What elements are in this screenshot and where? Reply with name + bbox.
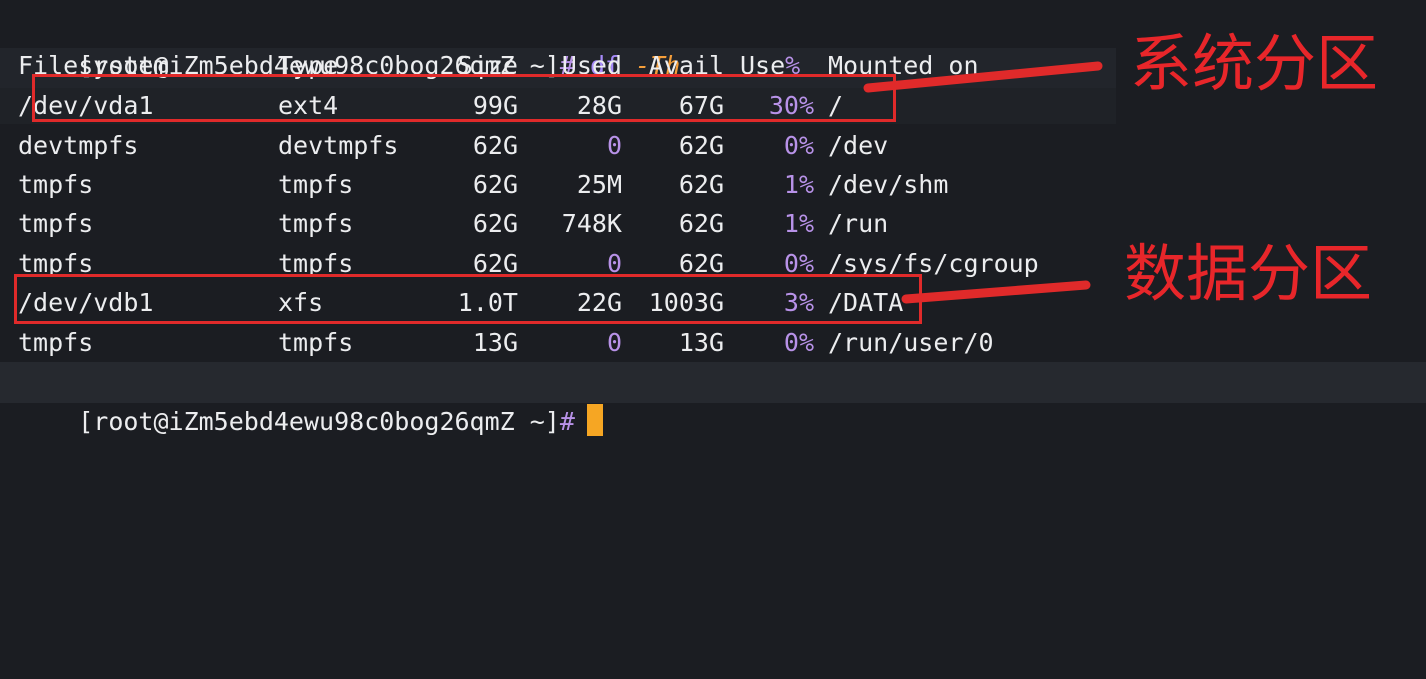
row-filesystem: /dev/vdb1 — [18, 288, 154, 317]
table-row: tmpfs tmpfs 62G 25M 62G 1% /dev/shm — [18, 165, 1118, 205]
row-used: 22G — [576, 288, 622, 317]
row-type: tmpfs — [278, 249, 354, 278]
table-row: /dev/vda1 ext4 99G 28G 67G 30% / — [18, 86, 1118, 126]
prompt-hash: # — [559, 406, 575, 436]
table-row: tmpfs tmpfs 62G 0 62G 0% /sys/fs/cgroup — [18, 244, 1118, 284]
row-use: 1% — [783, 170, 814, 199]
row-filesystem: /dev/vda1 — [18, 91, 154, 120]
row-filesystem: tmpfs — [18, 249, 94, 278]
row-filesystem: tmpfs — [18, 209, 94, 238]
row-mounted: /dev — [828, 131, 889, 160]
row-used: 25M — [576, 170, 622, 199]
row-avail: 62G — [678, 170, 724, 199]
prompt-user-host: [root@iZm5ebd4ewu98c0bog26qmZ ~] — [78, 406, 560, 436]
row-size: 1.0T — [457, 288, 518, 317]
header-size: Size — [457, 51, 518, 80]
row-size: 62G — [472, 249, 518, 278]
row-type: devtmpfs — [278, 131, 399, 160]
row-avail: 62G — [678, 209, 724, 238]
row-size: 62G — [472, 209, 518, 238]
row-type: xfs — [278, 288, 324, 317]
row-use: 1% — [783, 209, 814, 238]
table-row: devtmpfs devtmpfs 62G 0 62G 0% /dev — [18, 126, 1118, 166]
header-use-pct: % — [785, 51, 801, 80]
row-type: tmpfs — [278, 209, 354, 238]
header-mounted: Mounted on — [828, 51, 979, 80]
row-filesystem: devtmpfs — [18, 131, 139, 160]
row-filesystem: tmpfs — [18, 328, 94, 357]
header-use: Use% — [740, 46, 800, 86]
row-size: 99G — [472, 91, 518, 120]
current-prompt-line[interactable]: [root@iZm5ebd4ewu98c0bog26qmZ ~]# — [0, 362, 1426, 436]
row-mounted: /DATA — [828, 288, 904, 317]
row-use: 0% — [783, 131, 814, 160]
row-size: 13G — [472, 328, 518, 357]
row-use: 30% — [768, 91, 814, 120]
table-row: tmpfs tmpfs 62G 748K 62G 1% /run — [18, 204, 1118, 244]
row-filesystem: tmpfs — [18, 170, 94, 199]
terminal-window[interactable]: [root@iZm5ebd4ewu98c0bog26qmZ ~]# df -Th… — [0, 0, 1426, 436]
table-row: tmpfs tmpfs 13G 0 13G 0% /run/user/0 — [18, 323, 1118, 363]
header-used: Used — [561, 51, 622, 80]
row-avail: 13G — [678, 328, 724, 357]
system-partition-label: 系统分区 — [1130, 27, 1379, 100]
row-mounted: /sys/fs/cgroup — [828, 249, 1039, 278]
row-avail: 62G — [678, 131, 724, 160]
row-avail: 62G — [678, 249, 724, 278]
row-avail: 67G — [678, 91, 724, 120]
row-used: 28G — [576, 91, 622, 120]
row-used: 0 — [606, 249, 622, 278]
row-type: tmpfs — [278, 328, 354, 357]
header-avail: Avail — [648, 51, 724, 80]
row-use: 0% — [783, 328, 814, 357]
row-mounted: / — [828, 91, 844, 120]
row-used: 0 — [606, 328, 622, 357]
row-used: 748K — [561, 209, 622, 238]
row-use: 3% — [783, 288, 814, 317]
row-type: ext4 — [278, 91, 339, 120]
row-size: 62G — [472, 131, 518, 160]
row-mounted: /run — [828, 209, 889, 238]
header-type: Type — [278, 51, 339, 80]
header-use-label: Use — [740, 51, 786, 80]
data-partition-label: 数据分区 — [1124, 237, 1373, 310]
command-line: [root@iZm5ebd4ewu98c0bog26qmZ ~]# df -Th — [18, 6, 680, 80]
row-avail: 1003G — [648, 288, 724, 317]
header-filesystem: Filesystem — [18, 51, 169, 80]
table-row: /dev/vdb1 xfs 1.0T 22G 1003G 3% /DATA — [18, 283, 1118, 323]
row-mounted: /dev/shm — [828, 170, 949, 199]
row-size: 62G — [472, 170, 518, 199]
text-cursor — [586, 403, 603, 436]
row-used: 0 — [606, 131, 622, 160]
row-use: 0% — [783, 249, 814, 278]
table-header: Filesystem Type Size Used Avail Use% Mou… — [18, 46, 1118, 86]
row-type: tmpfs — [278, 170, 354, 199]
row-mounted: /run/user/0 — [828, 328, 994, 357]
